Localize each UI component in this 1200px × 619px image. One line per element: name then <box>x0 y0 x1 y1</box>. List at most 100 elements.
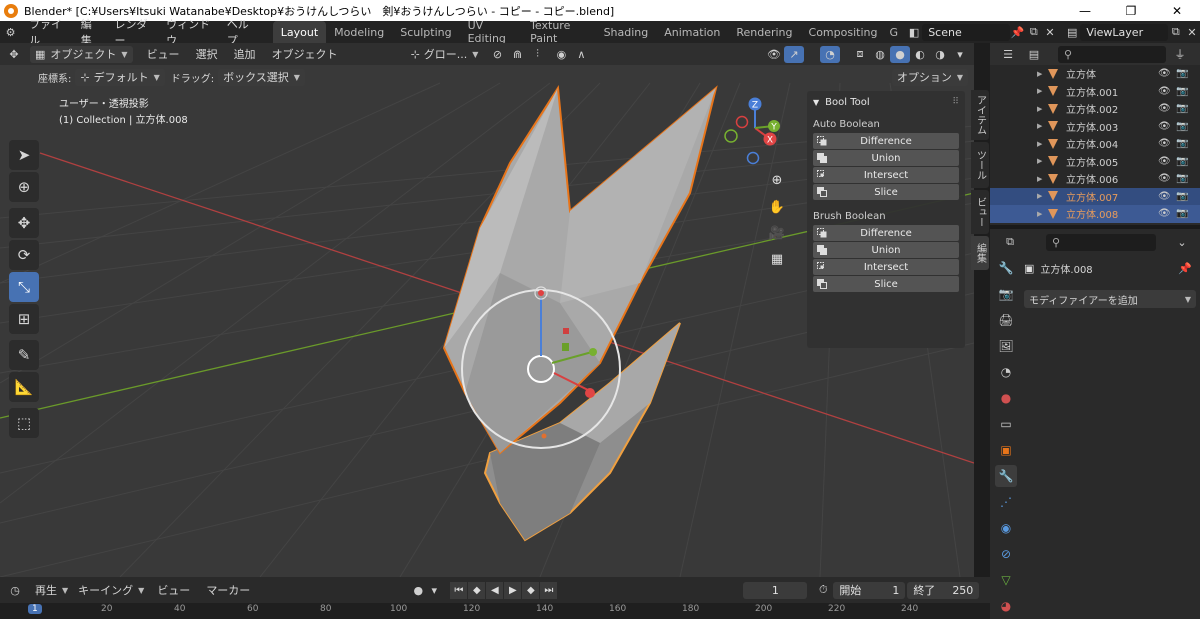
add-modifier-dropdown[interactable]: モディファイアーを追加 ▼ <box>1024 290 1196 308</box>
tab-data-icon[interactable]: ▽ <box>995 569 1017 591</box>
camera-icon[interactable]: 📷 <box>1176 86 1188 97</box>
brush-union-button[interactable]: Union <box>813 242 959 258</box>
display-mode-icon[interactable]: ▤ <box>1024 46 1044 63</box>
outliner-item[interactable]: ▶ 立方体.008 👁 📷 <box>990 205 1200 223</box>
outliner-item[interactable]: ▶ 立方体.005 👁 📷 <box>990 153 1200 171</box>
camera-icon[interactable]: 📷 <box>1176 121 1188 132</box>
camera-icon[interactable]: 📷 <box>1176 191 1188 202</box>
tab-material-icon[interactable]: ◕ <box>995 595 1017 617</box>
bool-tool-header[interactable]: ▼ Bool Tool ⠿ <box>807 91 965 113</box>
eye-icon[interactable]: 👁 <box>1158 191 1171 202</box>
object-name[interactable]: 立方体.008 <box>1040 261 1092 276</box>
viewport-menu-add[interactable]: 追加 <box>226 46 264 62</box>
expand-arrow-icon[interactable]: ▶ <box>1037 157 1042 165</box>
brush-slice-button[interactable]: Slice <box>813 276 959 292</box>
minimize-button[interactable]: — <box>1062 0 1108 21</box>
cursor-tool[interactable]: ⊕ <box>9 172 39 202</box>
maximize-button[interactable]: ❐ <box>1108 0 1154 21</box>
move-tool[interactable]: ✥ <box>9 208 39 238</box>
visibility-icon[interactable]: 👁 <box>764 46 784 63</box>
tab-animation[interactable]: Animation <box>656 21 728 43</box>
expand-arrow-icon[interactable]: ▶ <box>1037 192 1042 200</box>
overlay-toggle-icon[interactable]: ◔ <box>820 45 840 63</box>
tab-shading[interactable]: Shading <box>596 21 657 43</box>
tab-collection-icon[interactable]: ▭ <box>995 413 1017 435</box>
timeline-menu-marker[interactable]: マーカー <box>198 582 258 598</box>
tab-output-icon[interactable]: 🖨 <box>995 309 1017 331</box>
prev-keyframe-icon[interactable]: ◆ <box>468 581 486 599</box>
tab-physics-icon[interactable]: ◉ <box>995 517 1017 539</box>
camera-icon[interactable]: 📷 <box>1176 68 1188 79</box>
new-scene-icon[interactable]: ⧉ <box>1026 24 1042 41</box>
drag-dropdown[interactable]: ボックス選択 ▼ <box>218 68 305 86</box>
view-layer-field[interactable]: ViewLayer <box>1080 23 1168 41</box>
zoom-icon[interactable]: ⊕ <box>765 168 789 192</box>
filter-icon[interactable]: ⏚ <box>1170 46 1190 63</box>
tab-world-icon[interactable]: ● <box>995 387 1017 409</box>
brush-intersect-button[interactable]: Intersect <box>813 259 959 275</box>
scene-icon[interactable]: ◧ <box>906 24 922 41</box>
expand-arrow-icon[interactable]: ▶ <box>1037 122 1042 130</box>
3d-viewport[interactable]: ✥ ▦ オブジェクト ▼ ビュー 選択 追加 オブジェクト ⊹ グロー... ▼… <box>0 43 974 577</box>
play-icon[interactable]: ▶ <box>504 581 522 599</box>
preview-range-icon[interactable]: ⏱ <box>813 582 833 599</box>
delete-view-layer-icon[interactable]: ✕ <box>1184 24 1200 41</box>
xray-toggle-icon[interactable]: ⧈ <box>850 46 870 63</box>
properties-options-icon[interactable]: ⌄ <box>1172 234 1192 251</box>
brush-difference-button[interactable]: Difference <box>813 225 959 241</box>
expand-arrow-icon[interactable]: ▶ <box>1037 140 1042 148</box>
outliner-search-input[interactable]: ⚲ <box>1058 45 1166 63</box>
pivot-icon[interactable]: ⊘ <box>487 46 507 63</box>
shading-material-icon[interactable]: ◐ <box>910 46 930 63</box>
eye-icon[interactable]: 👁 <box>1158 138 1171 149</box>
pan-hand-icon[interactable]: ✋ <box>765 195 789 219</box>
auto-intersect-button[interactable]: Intersect <box>813 167 959 183</box>
annotate-tool[interactable]: ✎ <box>9 340 39 370</box>
tab-texture-paint[interactable]: Texture Paint <box>522 19 595 45</box>
camera-icon[interactable]: 📷 <box>1176 138 1188 149</box>
editor-type-icon[interactable]: ✥ <box>0 46 28 63</box>
add-cube-tool[interactable]: ⬚ <box>9 408 39 438</box>
auto-difference-button[interactable]: Difference <box>813 133 959 149</box>
viewport-menu-object[interactable]: オブジェクト <box>264 46 346 62</box>
shading-rendered-icon[interactable]: ◑ <box>930 46 950 63</box>
jump-start-icon[interactable]: ⏮ <box>450 581 468 599</box>
expand-arrow-icon[interactable]: ▶ <box>1037 210 1042 218</box>
transform-orientation-dropdown[interactable]: ⊹ グロー... ▼ <box>406 46 484 63</box>
tab-sculpting[interactable]: Sculpting <box>392 21 459 43</box>
timeline-ruler[interactable]: 1 20 40 60 80 100 120 140 160 180 200 22… <box>0 603 990 619</box>
sidebar-tab-view[interactable]: ビュー <box>971 190 989 234</box>
tab-particles-icon[interactable]: ⋰ <box>995 491 1017 513</box>
outliner-item[interactable]: ▶ 立方体.001 👁 📷 <box>990 83 1200 101</box>
camera-icon[interactable]: 📷 <box>1176 103 1188 114</box>
record-icon[interactable]: ● <box>408 582 428 599</box>
axis-navigation-gizmo[interactable]: Z X Y <box>722 96 790 166</box>
eye-icon[interactable]: 👁 <box>1158 86 1171 97</box>
playhead[interactable]: 1 <box>28 604 42 614</box>
properties-search-input[interactable]: ⚲ <box>1046 233 1156 251</box>
sidebar-tab-item[interactable]: アイテム <box>971 90 989 140</box>
eye-icon[interactable]: 👁 <box>1158 68 1171 79</box>
sidebar-tab-edit[interactable]: 編集 <box>971 236 989 270</box>
measure-tool[interactable]: 📐 <box>9 372 39 402</box>
mode-dropdown[interactable]: ▦ オブジェクト ▼ <box>30 45 133 63</box>
tab-render-icon[interactable]: 📷 <box>995 283 1017 305</box>
frame-start-field[interactable]: 開始 1 <box>833 581 906 599</box>
timeline-editor-type-icon[interactable]: ◷ <box>0 582 30 599</box>
sidebar-tab-tool[interactable]: ツール <box>971 142 989 188</box>
tab-modifier-icon[interactable]: 🔧 <box>995 465 1017 487</box>
eye-icon[interactable]: 👁 <box>1158 103 1171 114</box>
expand-arrow-icon[interactable]: ▶ <box>1037 105 1042 113</box>
next-keyframe-icon[interactable]: ◆ <box>522 581 540 599</box>
transform-tool[interactable]: ⊞ <box>9 304 39 334</box>
coord-dropdown[interactable]: ⊹ デフォルト ▼ <box>75 68 165 86</box>
camera-icon[interactable]: 📷 <box>1176 173 1188 184</box>
pin-icon[interactable]: 📌 <box>1178 262 1192 275</box>
camera-view-icon[interactable]: 🎥 <box>765 221 789 245</box>
tab-constraints-icon[interactable]: ⊘ <box>995 543 1017 565</box>
view-layer-icon[interactable]: ▤ <box>1064 24 1080 41</box>
expand-arrow-icon[interactable]: ▶ <box>1037 70 1042 78</box>
tab-geometry-nodes[interactable]: G <box>885 21 902 43</box>
tab-tool-icon[interactable]: 🔧 <box>995 257 1017 279</box>
shading-solid-icon[interactable]: ● <box>890 45 910 63</box>
